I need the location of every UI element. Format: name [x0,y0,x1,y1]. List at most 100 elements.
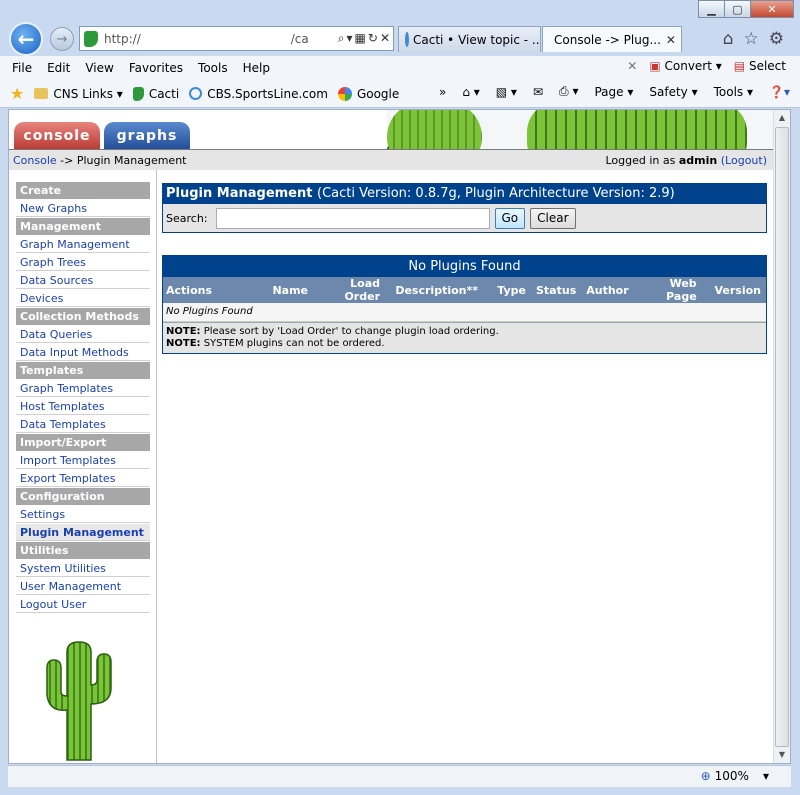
safety-menu[interactable]: Safety ▾ [649,85,697,99]
tab-cacti-forum[interactable]: Cacti • View topic - ... [398,26,541,52]
scroll-up-icon[interactable]: ▲ [774,110,790,126]
sidebar-heading-templates: Templates [16,362,150,379]
ie-icon [189,87,203,100]
scrollbar-thumb[interactable] [775,127,789,747]
menu-bar: File Edit View Favorites Tools Help ✕ ▣ … [0,56,800,80]
main-content: Plugin Management (Cacti Version: 0.8.7g… [162,183,767,354]
favorites-star-icon[interactable]: ☆ [744,29,759,49]
favorites-star-icon[interactable]: ★ [10,84,24,103]
cacti-icon [132,86,144,101]
maximize-button[interactable]: ▢ [724,0,751,18]
column-header-load-order[interactable]: Load Order [313,277,385,303]
back-arrow-icon[interactable]: ← [9,22,43,56]
sidebar-item-graph-templates[interactable]: Graph Templates [16,380,150,397]
help-icon[interactable]: ❓▾ [769,85,790,99]
print-button[interactable]: ⎙ ▾ [559,84,578,99]
feeds-button[interactable]: ▧ ▾ [496,85,517,99]
column-header-version[interactable]: Version [701,277,766,303]
sidebar-item-data-sources[interactable]: Data Sources [16,272,150,289]
close-toolbar-icon[interactable]: ✕ [627,59,637,73]
address-text: http:// [104,32,141,46]
breadcrumb-current: Plugin Management [76,153,187,167]
tab-label: Cacti • View topic - ... [413,32,541,47]
plugins-table-title: No Plugins Found [163,256,766,277]
sidebar-item-plugin-management[interactable]: Plugin Management [16,524,150,541]
refresh-icon[interactable]: ↻ [368,31,378,46]
cacti-site-icon [84,30,98,47]
search-input[interactable] [215,207,490,229]
column-header-author[interactable]: Author [581,277,634,303]
menu-file[interactable]: File [12,61,32,75]
ie-icon [405,32,409,47]
column-header-status[interactable]: Status [531,277,582,303]
favorite-cacti[interactable]: Cacti [132,86,179,101]
mail-icon[interactable]: ✉ [533,85,543,99]
menu-view[interactable]: View [85,61,113,75]
favorite-cbs-sportsline[interactable]: CBS.SportsLine.com [189,87,328,101]
home-icon[interactable]: ⌂ [723,29,734,49]
menu-help[interactable]: Help [243,61,270,75]
close-tab-icon[interactable]: ✕ [661,33,676,47]
favorite-google[interactable]: Google [337,86,399,101]
sidebar-item-export-templates[interactable]: Export Templates [16,470,150,487]
breadcrumb: Console -> Plugin Management Logged in a… [9,149,775,170]
tab-console-plugin[interactable]: Console -> Plug... ✕ [542,26,682,52]
select-button[interactable]: ▤ Select [734,59,786,73]
sidebar-item-import-templates[interactable]: Import Templates [16,452,150,469]
sidebar-item-logout-user[interactable]: Logout User [16,596,150,613]
column-header-type[interactable]: Type [483,277,531,303]
breadcrumb-console-link[interactable]: Console [13,154,57,167]
menu-tools[interactable]: Tools [198,61,228,75]
convert-button[interactable]: ▣ Convert ▾ [649,59,721,73]
compatibility-icon[interactable]: ▦ [355,31,366,46]
folder-icon [34,88,49,99]
favorite-cns-links[interactable]: CNS Links ▾ [34,87,123,101]
column-header-description[interactable]: Description** [385,277,483,303]
gear-icon[interactable]: ⚙ [769,29,784,49]
sidebar-item-data-queries[interactable]: Data Queries [16,326,150,343]
page-title: Plugin Management [166,186,313,201]
sidebar-item-data-templates[interactable]: Data Templates [16,416,150,433]
close-window-button[interactable]: ✕ [750,0,794,18]
address-bar[interactable]: http:// /cac ⌕ ▾ ▦ ↻ ✕ [79,26,394,51]
window-controls: ▁ ▢ ✕ [698,0,794,18]
sidebar-item-data-input-methods[interactable]: Data Input Methods [16,344,150,361]
sidebar-item-graph-management[interactable]: Graph Management [16,236,150,253]
column-header-web-page[interactable]: Web Page [633,277,702,303]
overflow-chevron-icon[interactable]: » [439,85,446,99]
column-header-name[interactable]: Name [258,277,313,303]
page-menu[interactable]: Page ▾ [594,85,633,99]
sidebar-heading-collection-methods: Collection Methods [16,308,150,325]
sidebar-item-graph-trees[interactable]: Graph Trees [16,254,150,271]
navigation-bar: ← → http:// /cac ⌕ ▾ ▦ ↻ ✕ Cacti • View t… [0,21,800,56]
sidebar-item-new-graphs[interactable]: New Graphs [16,200,150,217]
pdf-convert-icon: ▣ [649,59,661,73]
command-bar: » ⌂ ▾ ▧ ▾ ✉ ⎙ ▾ Page ▾ Safety ▾ Tools ▾ … [439,84,790,99]
go-button[interactable]: Go [494,207,526,229]
menu-edit[interactable]: Edit [47,61,70,75]
minimize-button[interactable]: ▁ [698,0,725,18]
scroll-down-icon[interactable]: ▼ [774,747,790,763]
stop-icon[interactable]: ✕ [380,31,390,46]
home-button[interactable]: ⌂ ▾ [462,85,479,99]
forward-arrow-icon[interactable]: → [50,27,74,51]
search-icon[interactable]: ⌕ [338,31,345,46]
zoom-control[interactable]: ⊕ 100% ▾ [701,769,769,783]
sidebar-item-user-management[interactable]: User Management [16,578,150,595]
sidebar-item-devices[interactable]: Devices [16,290,150,307]
tab-console[interactable]: console [14,122,100,150]
sidebar-item-host-templates[interactable]: Host Templates [16,398,150,415]
note-label: NOTE: [166,337,201,349]
sidebar-item-settings[interactable]: Settings [16,506,150,523]
sidebar-item-system-utilities[interactable]: System Utilities [16,560,150,577]
tools-menu[interactable]: Tools ▾ [714,85,753,99]
tab-graphs[interactable]: graphs [104,122,190,150]
column-header-actions[interactable]: Actions [163,277,258,303]
vertical-scrollbar[interactable]: ▲ ▼ [773,110,790,763]
status-bar: ⊕ 100% ▾ [8,765,791,787]
menu-favorites[interactable]: Favorites [129,61,183,75]
zoom-icon: ⊕ [700,769,711,783]
clear-button[interactable]: Clear [530,207,576,229]
logout-link[interactable]: (Logout) [721,154,767,167]
dropdown-arrow-icon[interactable]: ▾ [347,31,353,46]
